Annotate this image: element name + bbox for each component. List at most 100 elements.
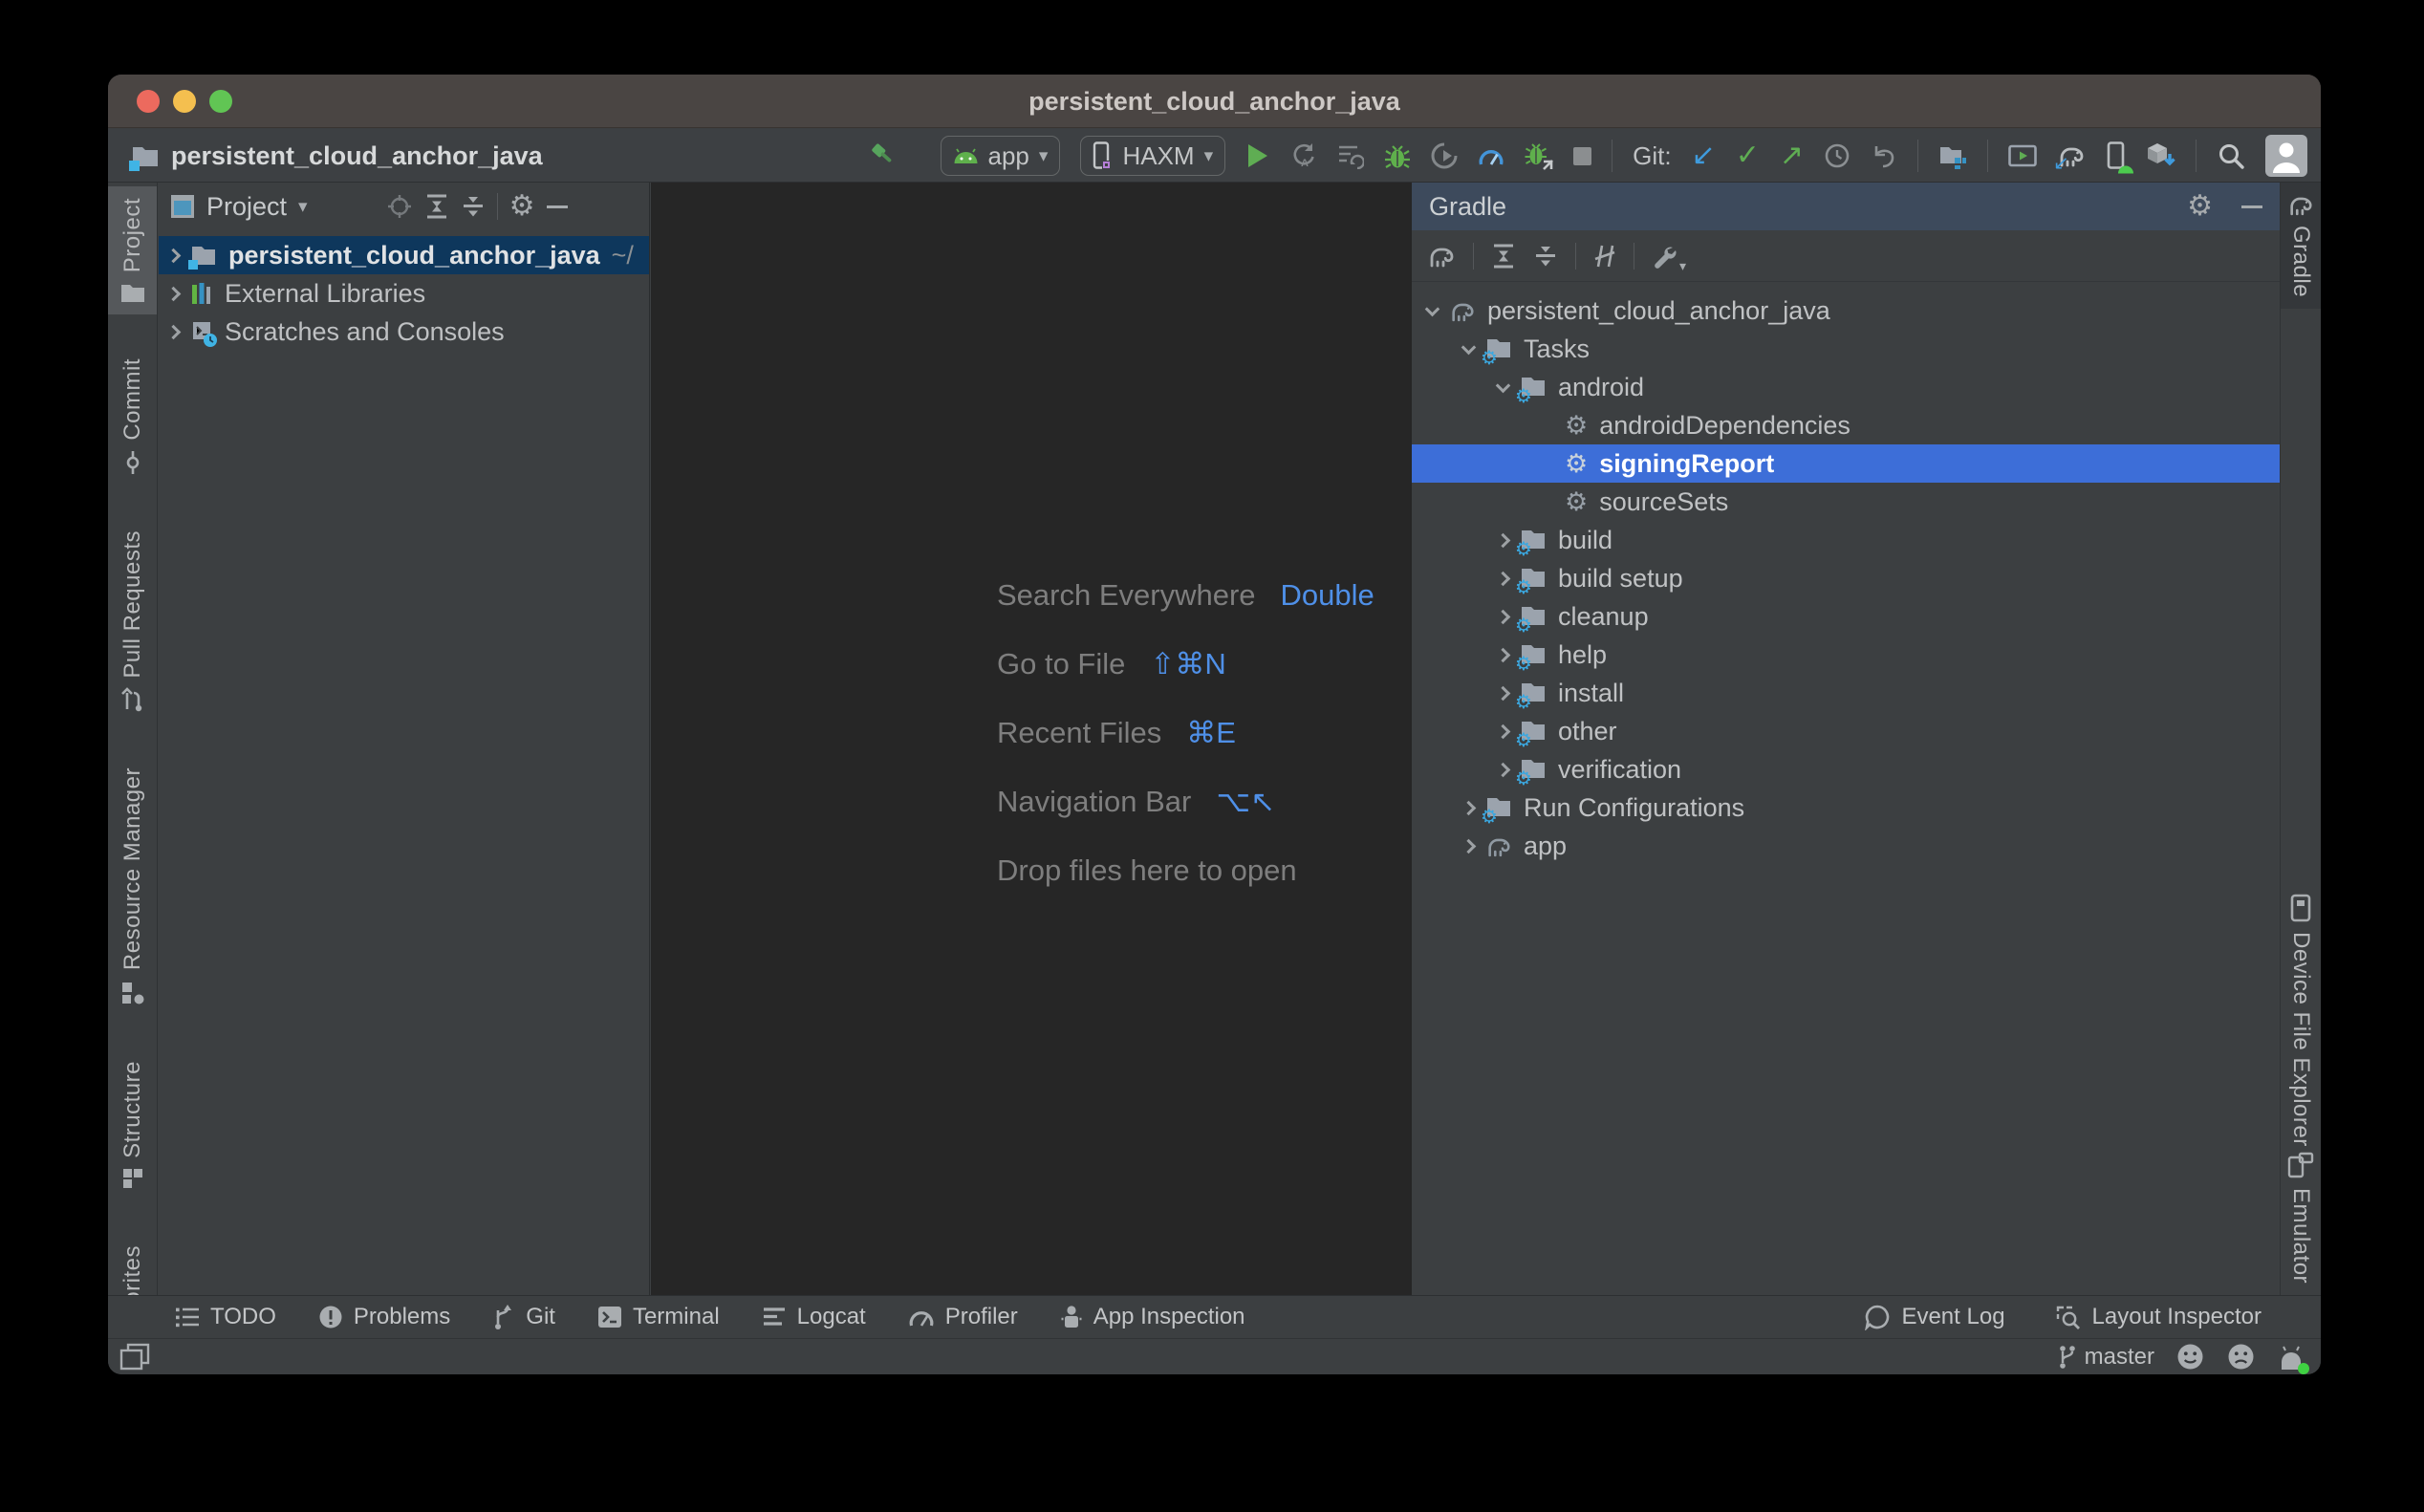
tool-button-todo[interactable]: TODO [175,1304,276,1330]
tool-window-switcher-icon[interactable] [119,1343,150,1372]
gradle-row-androidDependencies[interactable]: ⚙ androidDependencies [1412,406,2280,444]
gradle-row-build-setup[interactable]: ⚙ build setup [1412,559,2280,597]
gradle-row-app[interactable]: app [1412,827,2280,865]
toolbar-project-name[interactable]: persistent_cloud_anchor_java [171,141,543,171]
gradle-row-android[interactable]: ⚙ android [1412,368,2280,406]
gradle-row-tasks[interactable]: ⚙ Tasks [1412,330,2280,368]
android-assistant-icon[interactable] [2277,1343,2305,1372]
chevron-right-icon[interactable] [166,324,182,339]
git-update-icon[interactable]: ↙ [1692,141,1716,170]
gradle-refresh-icon[interactable] [1427,245,1456,268]
stripe-tab-structure[interactable]: Structure [108,1049,157,1202]
project-structure-icon[interactable] [1938,142,1967,169]
gradle-row-other[interactable]: ⚙ other [1412,712,2280,750]
gradle-settings-wrench-icon[interactable]: ▾ [1652,244,1677,269]
device-phone-icon [1093,141,1113,171]
avatar[interactable] [2265,135,2307,177]
offline-mode-icon[interactable] [1593,244,1616,269]
chevron-right-icon[interactable] [1461,838,1477,853]
chevron-down-icon[interactable]: ▾ [298,196,308,218]
chevron-right-icon[interactable] [1496,647,1511,662]
locate-file-icon[interactable] [386,193,413,220]
apply-changes-icon[interactable]: A [1290,142,1317,169]
gear-icon[interactable]: ⚙ [509,192,535,221]
apply-code-changes-icon[interactable] [1337,143,1364,169]
undo-icon[interactable] [1871,143,1897,168]
folder-icon [120,282,145,303]
attach-debugger-icon[interactable] [1525,142,1553,170]
gradle-row-verification[interactable]: ⚙ verification [1412,750,2280,788]
chevron-down-icon[interactable] [1425,301,1440,316]
branch-icon [2058,1345,2077,1370]
stripe-tab-resource-manager[interactable]: Resource Manager [108,756,157,1016]
tool-button-terminal[interactable]: Terminal [597,1304,720,1330]
project-panel-title[interactable]: Project [206,192,287,222]
avd-manager-icon[interactable] [2008,143,2037,168]
feedback-sad-icon[interactable] [2226,1342,2256,1372]
gradle-row-sourceSets[interactable]: ⚙ sourceSets [1412,483,2280,521]
gradle-row-project[interactable]: persistent_cloud_anchor_java [1412,292,2280,330]
chevron-right-icon[interactable] [1496,571,1511,586]
git-commit-check-icon[interactable]: ✓ [1736,141,1760,170]
stripe-tab-gradle[interactable]: Gradle [2281,183,2321,309]
tool-button-problems[interactable]: Problems [318,1304,450,1330]
history-clock-icon[interactable] [1824,142,1850,169]
chevron-right-icon[interactable] [1496,685,1511,701]
git-push-icon[interactable]: ↗ [1780,141,1804,170]
chevron-right-icon[interactable] [1461,800,1477,815]
collapse-all-icon[interactable] [1533,243,1558,270]
device-manager-icon[interactable] [2106,141,2127,170]
gradle-row-help[interactable]: ⚙ help [1412,636,2280,674]
project-tree-row-external-libraries[interactable]: External Libraries [159,274,649,313]
editor-area[interactable]: Search Everywhere Double Go to File ⇧⌘N … [651,183,1412,1295]
gradle-row-build[interactable]: ⚙ build [1412,521,2280,559]
editor-shortcut-hints: Search Everywhere Double Go to File ⇧⌘N … [997,561,1374,905]
tool-button-profiler[interactable]: Profiler [908,1304,1018,1330]
tool-button-layout-inspector[interactable]: Layout Inspector [2055,1304,2262,1330]
hide-panel-icon[interactable] [547,205,568,208]
stripe-tab-emulator[interactable]: Emulator [2281,1140,2321,1295]
hide-panel-icon[interactable] [2241,205,2262,208]
gradle-sync-icon[interactable]: ↙ [2057,144,2086,167]
gradle-row-signingReport[interactable]: ⚙ signingReport [1412,444,2280,483]
feedback-happy-icon[interactable] [2175,1342,2205,1372]
stripe-tab-device-file-explorer[interactable]: Device File Explorer [2281,882,2321,1158]
tool-button-app-inspection[interactable]: App Inspection [1060,1304,1245,1330]
chevron-right-icon[interactable] [1496,762,1511,777]
chevron-right-icon[interactable] [1496,609,1511,624]
project-tree-row-scratches[interactable]: Scratches and Consoles [159,313,649,351]
gradle-row-install[interactable]: ⚙ install [1412,674,2280,712]
chevron-down-icon[interactable] [1461,339,1477,355]
chevron-right-icon[interactable] [166,248,182,263]
gradle-row-run-configurations[interactable]: ⚙ Run Configurations [1412,788,2280,827]
tool-button-logcat[interactable]: Logcat [762,1304,866,1330]
git-branch-widget[interactable]: master [2058,1344,2154,1371]
device-selector[interactable]: HAXM ▾ [1080,136,1225,176]
project-view-icon [170,194,195,219]
expand-all-icon[interactable] [1491,243,1516,270]
stripe-tab-pull-requests[interactable]: Pull Requests [108,519,157,724]
chevron-right-icon[interactable] [166,286,182,301]
project-tree-row-root[interactable]: persistent_cloud_anchor_java ~/ [159,236,649,274]
build-hammer-icon[interactable] [865,140,896,171]
tool-button-git[interactable]: Git [492,1304,555,1330]
profiler-gauge-icon[interactable] [1478,143,1504,168]
gear-icon[interactable]: ⚙ [2187,192,2213,221]
search-icon[interactable] [2217,141,2245,170]
chevron-down-icon[interactable] [1496,378,1511,393]
run-config-selector[interactable]: app ▾ [941,136,1061,176]
tool-button-event-log[interactable]: Event Log [1864,1304,2004,1330]
stripe-tab-commit[interactable]: Commit [108,347,157,486]
sdk-manager-icon[interactable] [2147,142,2175,169]
debug-bug-icon[interactable] [1384,142,1411,170]
expand-all-icon[interactable] [424,193,449,220]
stripe-tab-project[interactable]: Project [108,186,157,314]
chevron-right-icon[interactable] [1496,532,1511,548]
device-file-explorer-icon [2289,894,2312,922]
stop-button[interactable] [1573,147,1591,165]
gradle-row-cleanup[interactable]: ⚙ cleanup [1412,597,2280,636]
profile-disabled-icon[interactable] [1431,142,1458,169]
chevron-right-icon[interactable] [1496,724,1511,739]
collapse-all-icon[interactable] [461,193,486,220]
run-button[interactable] [1245,142,1270,169]
